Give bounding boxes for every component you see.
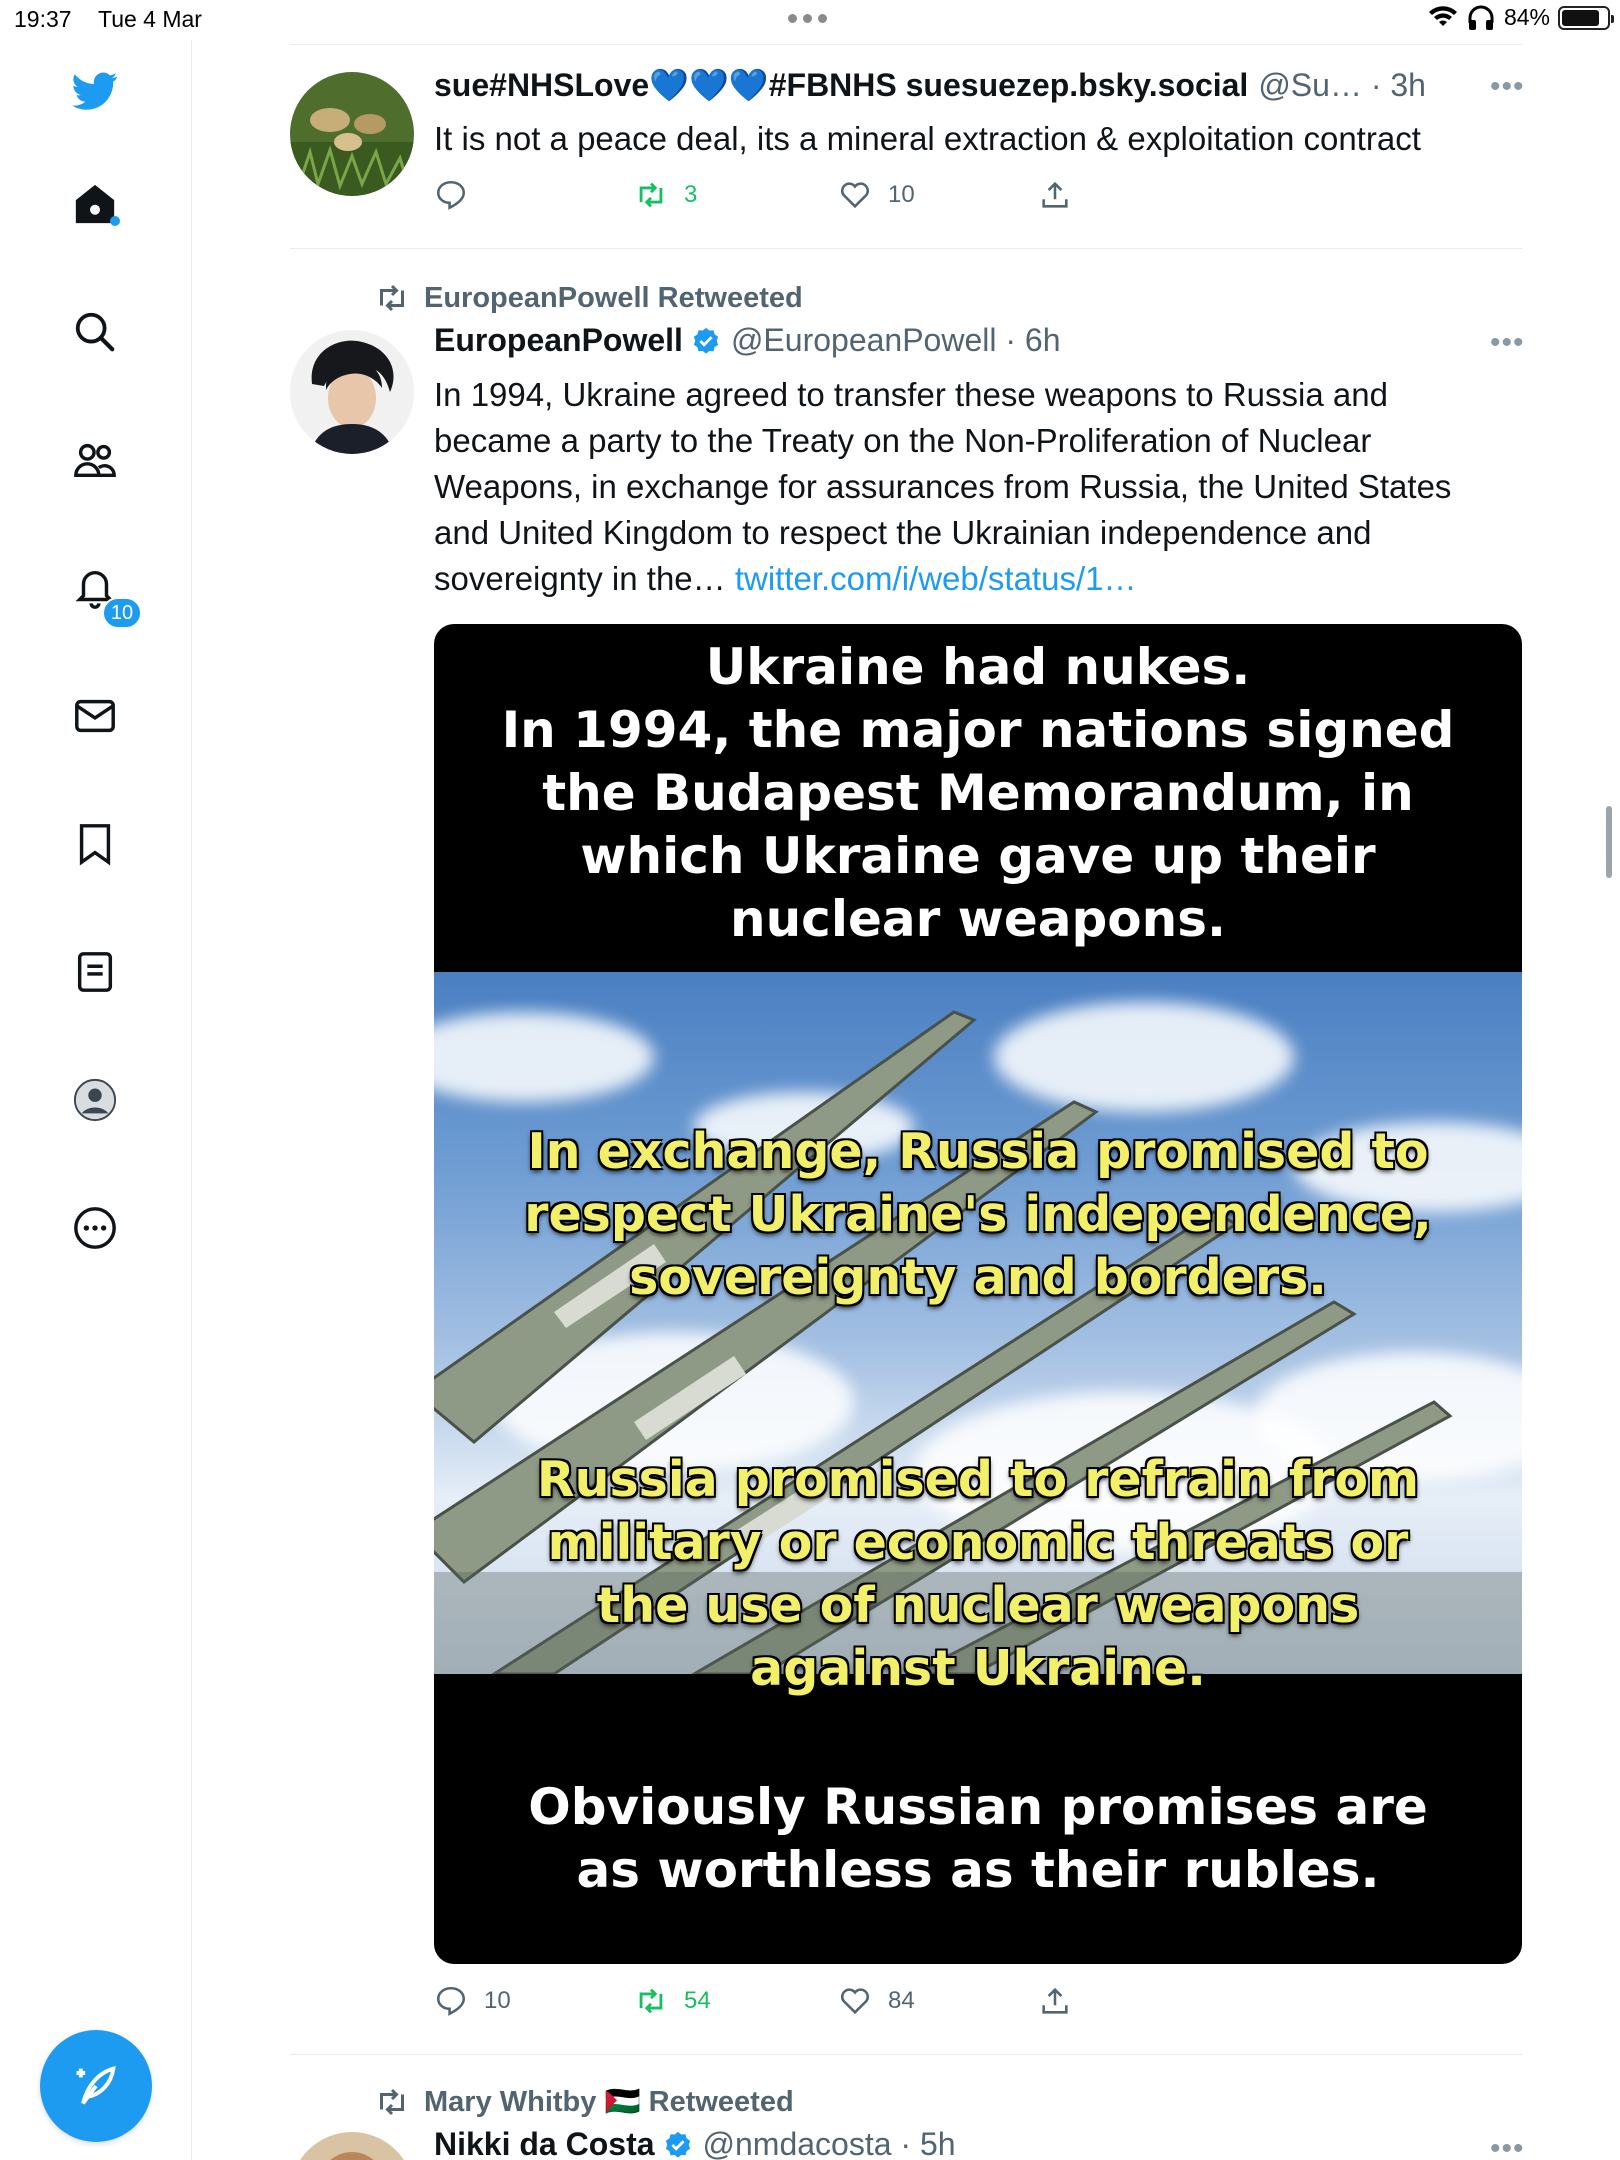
communities-icon[interactable] [69, 434, 121, 486]
media-line: Russia promised to refrain from [536, 1451, 1420, 1508]
retweet-icon [380, 2088, 404, 2116]
battery-percent: 84% [1503, 4, 1550, 30]
status-indicators: 84% [1428, 4, 1614, 31]
tweet2-retweeted-by: EuropeanPowell Retweeted [374, 280, 803, 316]
tweet1-reply-button[interactable] [434, 178, 484, 212]
notifications-badge: 10 [102, 597, 142, 629]
reply-icon [436, 1986, 466, 2016]
media-line: respect Ukraine's independence, [524, 1186, 1432, 1243]
home-unread-dot [110, 216, 120, 226]
tweet3-handle[interactable]: @nmdacosta · 5h [703, 2126, 956, 2160]
media-line: nuclear weapons. [729, 890, 1227, 948]
retweet-icon [639, 182, 663, 208]
divider [290, 248, 1522, 249]
tweet2-author-name[interactable]: EuropeanPowell [434, 322, 683, 359]
tweet1-author-name[interactable]: sue#NHSLove💙💙💙#FBNHS suesuezep.bsky.soci… [434, 66, 1248, 104]
status-time: 19:37 [14, 6, 72, 32]
media-caption-middle: In exchange, Russia promised to respect … [434, 1120, 1522, 1309]
scrollbar[interactable] [1606, 806, 1612, 878]
tweet2-media-image[interactable]: Ukraine had nukes. In 1994, the major na… [434, 624, 1522, 1964]
tweet1-handle[interactable]: @Su… · 3h [1258, 67, 1426, 104]
tweet2-like-count: 84 [888, 1987, 915, 2014]
messages-icon[interactable] [69, 690, 121, 742]
more-options-icon[interactable] [69, 1202, 121, 1254]
share-icon [1042, 1987, 1068, 2014]
tweet2-header: EuropeanPowell @EuropeanPowell · 6h [434, 322, 1061, 359]
tweet3-retweeted-by-label[interactable]: Mary Whitby 🇵🇸 Retweeted [424, 2085, 794, 2119]
media-caption-lower: Russia promised to refrain from military… [434, 1448, 1522, 1700]
media-line: sovereignty and borders. [629, 1249, 1327, 1306]
bookmarks-icon[interactable] [69, 818, 121, 870]
wifi-icon [1428, 5, 1457, 26]
compose-feather-icon [76, 2065, 116, 2105]
share-icon [1042, 181, 1068, 208]
profile-avatar-icon[interactable] [69, 1074, 121, 1126]
retweet-icon [380, 284, 404, 312]
tweet1-avatar[interactable] [290, 72, 414, 196]
tweet2-share-button[interactable] [1038, 1984, 1072, 2018]
battery-icon [1558, 5, 1614, 30]
verified-badge-icon [665, 2131, 690, 2158]
tweet1-like-count: 10 [888, 181, 915, 208]
tweet3-retweeted-by: Mary Whitby 🇵🇸 Retweeted [374, 2084, 794, 2120]
tweet1-more-icon[interactable]: ••• [1490, 70, 1525, 104]
tweet2-text: In 1994, Ukraine agreed to transfer thes… [434, 372, 1514, 602]
media-line: In 1994, the major nations signed [501, 701, 1455, 759]
tweet1-retweet-button[interactable]: 3 [634, 178, 697, 212]
tweet2-more-icon[interactable]: ••• [1490, 326, 1525, 360]
media-line: military or economic threats or [547, 1514, 1409, 1571]
headphones-icon [1468, 5, 1494, 30]
status-date: Tue 4 Mar [98, 6, 202, 32]
tweet1-share-button[interactable] [1038, 178, 1072, 212]
tweet1-retweet-count: 3 [684, 181, 698, 208]
twitter-logo-icon[interactable] [69, 64, 121, 116]
tweet2-retweet-button[interactable]: 54 [634, 1984, 711, 2018]
reply-icon [436, 180, 466, 210]
tweet1-text: It is not a peace deal, its a mineral ex… [434, 120, 1421, 157]
media-caption-bottom: Obviously Russian promises are as worthl… [434, 1776, 1522, 1902]
tweet3-header: Nikki da Costa @nmdacosta · 5h [434, 2126, 956, 2160]
lists-icon[interactable] [69, 946, 121, 998]
tweet2-like-button[interactable]: 84 [838, 1984, 915, 2018]
media-line: Ukraine had nukes. [705, 638, 1251, 696]
tweet2-avatar[interactable] [290, 330, 414, 454]
tweet2-retweet-count: 54 [684, 1987, 711, 2014]
tweet1-header: sue#NHSLove💙💙💙#FBNHS suesuezep.bsky.soci… [434, 66, 1426, 104]
media-line: the Budapest Memorandum, in [542, 764, 1414, 822]
tweet1-actions: 3 10 [434, 178, 1522, 218]
media-caption-top: Ukraine had nukes. In 1994, the major na… [434, 636, 1522, 951]
status-bar: 19:37 Tue 4 Mar 84% [0, 0, 1620, 40]
verified-badge-icon [693, 327, 719, 354]
tweet3-more-icon[interactable]: ••• [1490, 2132, 1525, 2160]
tweet3-author-name[interactable]: Nikki da Costa [434, 2126, 655, 2160]
heart-icon [840, 182, 870, 209]
media-line: against Ukraine. [750, 1640, 1206, 1697]
divider [290, 44, 1522, 45]
tweet3-avatar[interactable] [290, 2132, 414, 2160]
sidebar: 10 [0, 40, 192, 2160]
media-line: which Ukraine gave up their [580, 827, 1376, 885]
tweet2-handle[interactable]: @EuropeanPowell · 6h [731, 322, 1061, 359]
tweet1-like-button[interactable]: 10 [838, 178, 915, 212]
heart-icon [840, 1988, 870, 2015]
media-line: In exchange, Russia promised to [527, 1123, 1429, 1180]
compose-tweet-button[interactable] [40, 2030, 152, 2142]
media-line: Obviously Russian promises are [528, 1778, 1428, 1836]
tweet2-reply-button[interactable]: 10 [434, 1984, 511, 2018]
media-line: the use of nuclear weapons [596, 1577, 1360, 1634]
tweet2-actions: 10 54 84 [434, 1984, 1522, 2024]
media-line: as worthless as their rubles. [576, 1841, 1380, 1899]
retweet-icon [639, 1988, 663, 2014]
search-icon[interactable] [69, 306, 121, 358]
tweet2-link[interactable]: twitter.com/i/web/status/1… [735, 560, 1137, 597]
tweet2-reply-count: 10 [484, 1987, 511, 2014]
tweet2-retweeted-by-label[interactable]: EuropeanPowell Retweeted [424, 282, 803, 315]
multitasking-dots-icon[interactable] [788, 14, 834, 24]
divider [290, 2054, 1522, 2055]
